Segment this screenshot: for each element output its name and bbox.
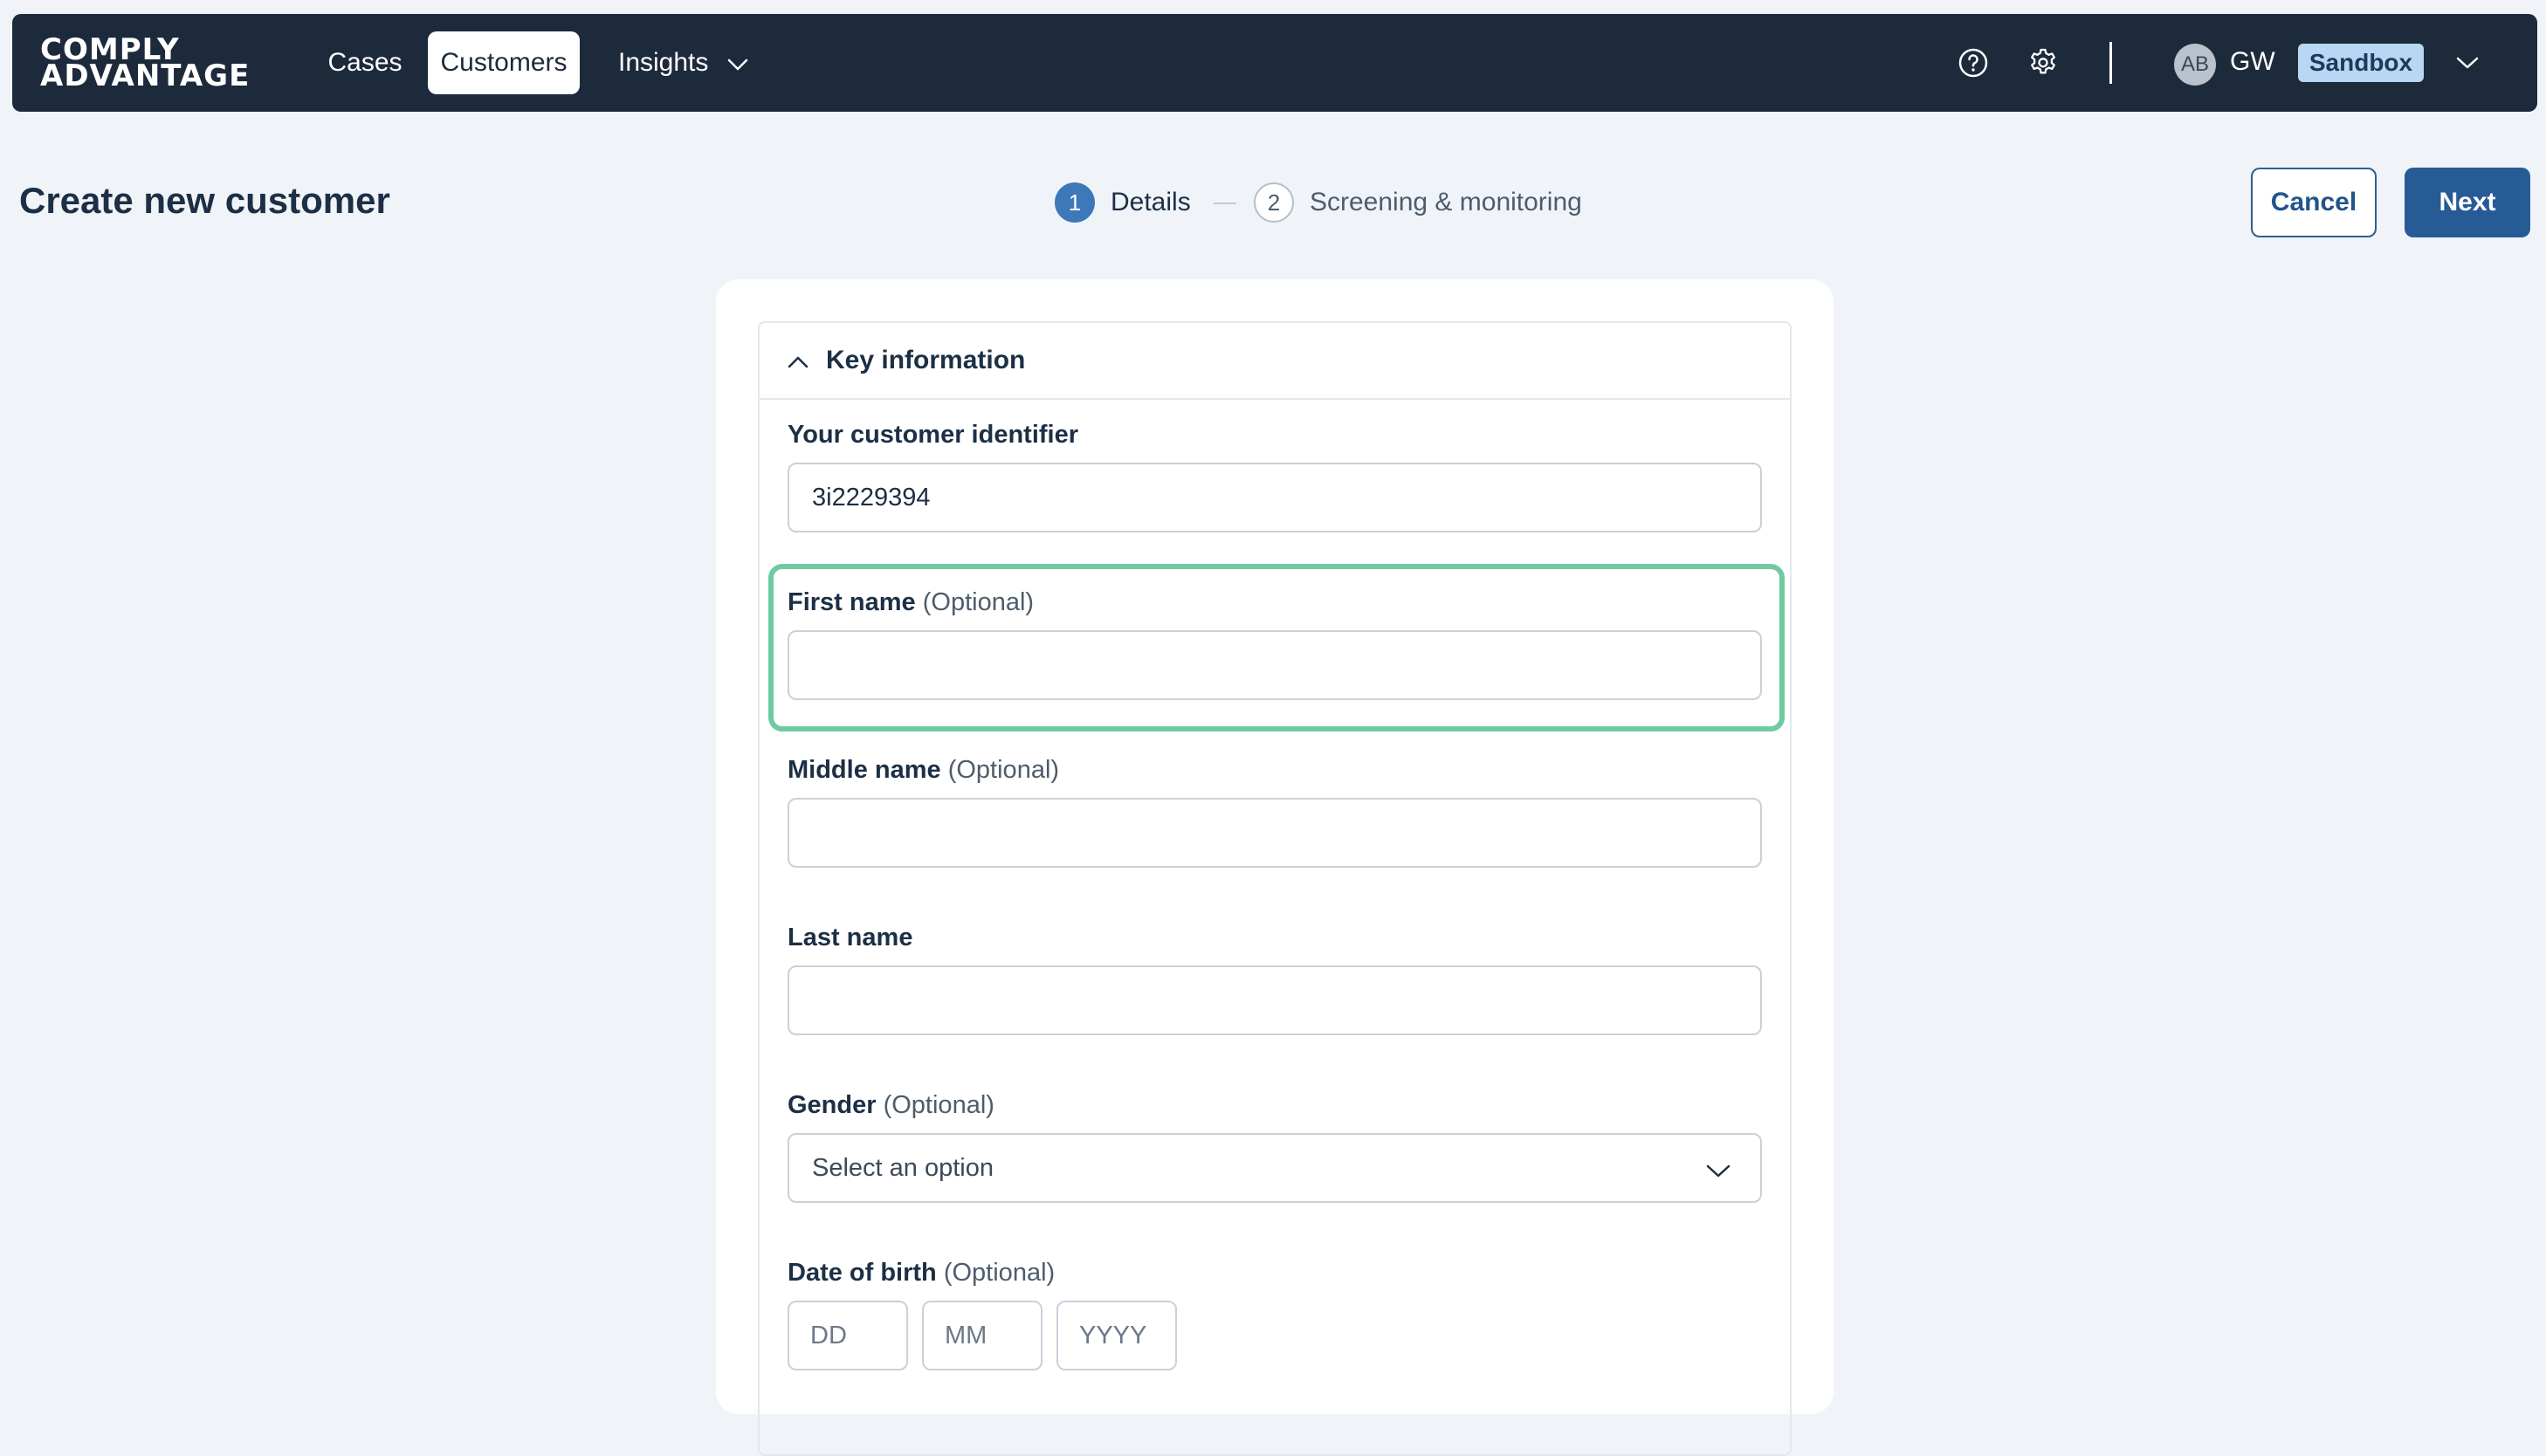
- section-title: Key information: [826, 346, 1026, 374]
- step-number: 2: [1254, 182, 1294, 223]
- nav-item-customers[interactable]: Customers: [428, 31, 580, 94]
- chevron-down-icon: [727, 48, 748, 78]
- middle-name-label: Middle name (Optional): [788, 756, 1059, 785]
- last-name-label: Last name: [788, 924, 912, 952]
- optional-tag: (Optional): [947, 756, 1060, 784]
- step-label: Screening & monitoring: [1310, 188, 1582, 216]
- user-initials: GW: [2230, 47, 2275, 76]
- chevron-up-icon: [788, 346, 809, 375]
- optional-tag: (Optional): [883, 1091, 994, 1119]
- first-name-label: First name (Optional): [788, 588, 1034, 617]
- chevron-down-icon: [1706, 1156, 1731, 1185]
- next-button[interactable]: Next: [2405, 168, 2530, 237]
- dob-year-input[interactable]: [1056, 1301, 1177, 1370]
- first-name-input[interactable]: [788, 630, 1762, 700]
- avatar-initials: AB: [2180, 52, 2209, 76]
- dob-month-input[interactable]: [922, 1301, 1042, 1370]
- nav-item-label: Cases: [327, 48, 403, 77]
- nav-item-insights[interactable]: Insights: [618, 31, 775, 94]
- step-number: 1: [1055, 182, 1095, 223]
- label-text: Last name: [788, 924, 913, 951]
- optional-tag: (Optional): [943, 1259, 1056, 1287]
- gear-icon[interactable]: [2026, 45, 2061, 80]
- nav-item-cases[interactable]: Cases: [304, 31, 426, 94]
- page-title: Create new customer: [19, 180, 390, 221]
- nav-item-label: Customers: [440, 48, 568, 77]
- section-header-toggle[interactable]: Key information: [760, 323, 1790, 400]
- divider: [2109, 42, 2112, 84]
- user-menu-chevron-down-icon[interactable]: [2450, 45, 2485, 80]
- label-text: First name: [788, 588, 916, 616]
- key-information-section: Key information Your customer identifier…: [758, 321, 1792, 1456]
- last-name-input[interactable]: [788, 965, 1762, 1035]
- step-label: Details: [1111, 188, 1191, 216]
- logo-line-2: ADVANTAGE: [40, 58, 251, 93]
- company-logo[interactable]: COMPLY ADVANTAGE: [40, 35, 251, 93]
- gender-label: Gender (Optional): [788, 1091, 994, 1120]
- optional-tag: (Optional): [922, 588, 1035, 616]
- customer-identifier-input[interactable]: [788, 463, 1762, 532]
- gender-select[interactable]: Select an option: [788, 1133, 1762, 1203]
- step-connector: [1214, 203, 1236, 204]
- label-text: Gender: [788, 1091, 877, 1119]
- top-navigation-bar: COMPLY ADVANTAGE Cases Customers Insight…: [12, 14, 2537, 112]
- step-details: 1 Details: [1055, 182, 1191, 223]
- date-of-birth-label: Date of birth (Optional): [788, 1259, 1055, 1288]
- dob-day-input[interactable]: [788, 1301, 908, 1370]
- nav-item-label: Insights: [618, 48, 709, 77]
- step-screening-monitoring: 2 Screening & monitoring: [1254, 182, 1582, 223]
- label-text: Date of birth: [788, 1259, 937, 1287]
- avatar[interactable]: AB: [2174, 44, 2216, 86]
- form-card: Key information Your customer identifier…: [716, 279, 1834, 1456]
- select-placeholder: Select an option: [812, 1153, 994, 1182]
- label-text: Middle name: [788, 756, 941, 784]
- help-icon[interactable]: [1956, 45, 1991, 80]
- environment-badge: Sandbox: [2298, 44, 2424, 82]
- label-text: Your customer identifier: [788, 421, 1079, 449]
- customer-identifier-label: Your customer identifier: [788, 421, 1078, 450]
- middle-name-input[interactable]: [788, 798, 1762, 868]
- cancel-button[interactable]: Cancel: [2251, 168, 2377, 237]
